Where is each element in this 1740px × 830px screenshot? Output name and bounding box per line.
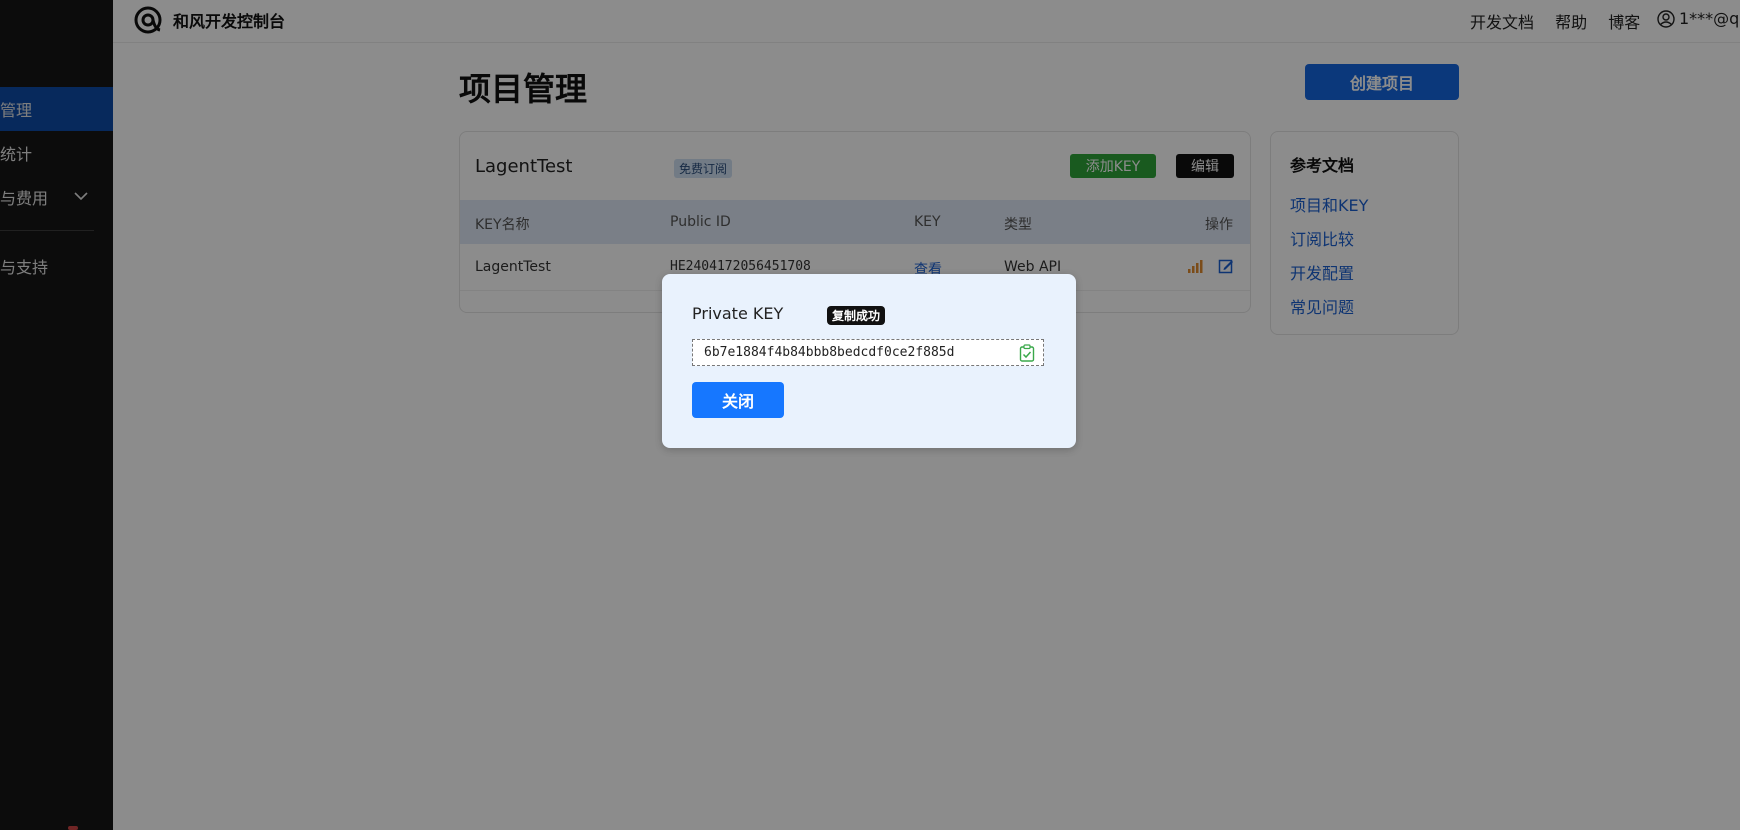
close-button[interactable]: 关闭 bbox=[692, 382, 784, 418]
private-key-field[interactable]: 6b7e1884f4b84bbb8bedcdf0ce2f885d bbox=[692, 339, 1044, 366]
modal-title: Private KEY bbox=[692, 304, 784, 323]
clipboard-check-icon[interactable] bbox=[1019, 344, 1035, 362]
private-key-value: 6b7e1884f4b84bbb8bedcdf0ce2f885d bbox=[704, 345, 955, 360]
private-key-modal: Private KEY 复制成功 6b7e1884f4b84bbb8bedcdf… bbox=[662, 274, 1076, 448]
copied-badge: 复制成功 bbox=[827, 306, 886, 325]
